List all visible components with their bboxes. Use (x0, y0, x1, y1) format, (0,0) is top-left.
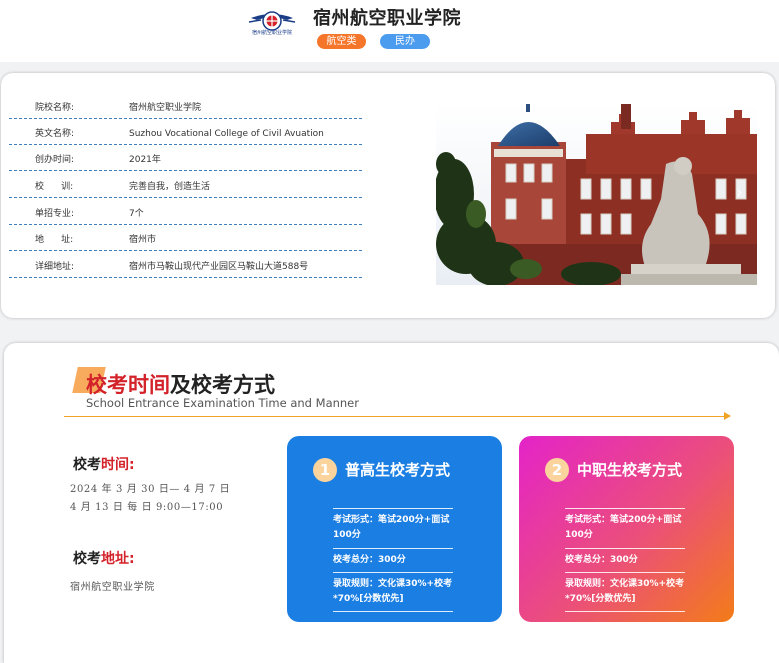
info-label: 英文名称: (35, 129, 75, 139)
info-value: 7个 (129, 209, 144, 219)
campus-photo[interactable]: › (436, 104, 757, 285)
exam-time-line: 4 月 13 日 每 日 9:00—17:00 (70, 502, 224, 513)
tag-type: 民办 (380, 34, 430, 49)
info-label: 地 址: (35, 235, 74, 245)
info-row-majors: 单招专业: 7个 (9, 199, 362, 225)
info-value: Suzhou Vocational College of Civil Avuat… (129, 129, 324, 139)
number-badge: 2 (545, 458, 569, 482)
info-row-address: 详细地址: 宿州市马鞍山现代产业园区马鞍山大道588号 (9, 252, 362, 278)
section-subtitle: School Entrance Examination Time and Man… (86, 396, 359, 410)
info-value: 完善自我，创造生活 (129, 182, 211, 192)
heading-part-red: 时间: (101, 457, 135, 473)
info-value: 宿州市 (129, 235, 157, 245)
chevron-right-icon[interactable]: › (736, 182, 743, 203)
info-label: 详细地址: (35, 262, 75, 272)
info-row-english-name: 英文名称: Suzhou Vocational College of Civil… (9, 119, 362, 145)
method-card-vocational: 2 中职生校考方式 考试形式：笔试200分+面试100分 校考总分：300分 录… (519, 436, 734, 622)
method-item: 校考总分：300分 (565, 548, 685, 568)
school-name: 宿州航空职业学院 (313, 8, 461, 29)
item-divider (565, 611, 685, 612)
tag-category: 航空类 (317, 34, 366, 49)
exam-time-line: 2024 年 3 月 30 日— 4 月 7 日 (70, 484, 231, 495)
info-row-name: 院校名称: 宿州航空职业学院 (9, 93, 362, 119)
exam-place-text: 宿州航空职业学院 (70, 582, 155, 593)
info-label: 校 训: (35, 182, 74, 192)
info-value: 2021年 (129, 155, 161, 165)
number-badge: 1 (313, 458, 337, 482)
exam-place-heading: 校考地址: (73, 548, 135, 568)
school-info-card: 院校名称: 宿州航空职业学院 英文名称: Suzhou Vocational C… (1, 73, 775, 318)
exam-time-heading: 校考时间: (73, 454, 135, 474)
exam-info-card: 校考时间及校考方式 School Entrance Examination Ti… (4, 343, 779, 663)
arrow-right-icon (724, 412, 731, 420)
info-label: 单招专业: (35, 209, 75, 219)
method-card-general: 1 普高生校考方式 考试形式：笔试200分+面试100分 校考总分：300分 录… (287, 436, 502, 622)
section-title-rest: 及校考方式 (170, 373, 275, 397)
info-row-location: 地 址: 宿州市 (9, 225, 362, 251)
method-title: 中职生校考方式 (577, 461, 683, 479)
section-divider (64, 416, 726, 417)
info-value: 宿州航空职业学院 (129, 103, 202, 113)
info-row-motto: 校 训: 完善自我，创造生活 (9, 172, 362, 198)
info-label: 院校名称: (35, 103, 75, 113)
method-item: 录取规则：文化课30%+校考*70%[分数优先] (333, 572, 453, 607)
heading-part: 校考 (73, 551, 101, 567)
heading-part-red: 地址: (101, 551, 135, 567)
heading-part: 校考 (73, 457, 101, 473)
method-item: 录取规则：文化课30%+校考*70%[分数优先] (565, 572, 685, 607)
section-title: 校考时间及校考方式 (86, 369, 275, 399)
method-item: 考试形式：笔试200分+面试100分 (565, 508, 685, 543)
section-title-highlight: 校考时间 (86, 373, 170, 397)
college-logo (248, 11, 296, 31)
info-label: 创办时间: (35, 155, 75, 165)
info-value: 宿州市马鞍山现代产业园区马鞍山大道588号 (129, 262, 309, 272)
method-item: 考试形式：笔试200分+面试100分 (333, 508, 453, 543)
method-title: 普高生校考方式 (345, 461, 451, 479)
page-header: 宿州航空职业学院 宿州航空职业学院 航空类 民办 (0, 0, 779, 62)
method-item: 校考总分：300分 (333, 548, 453, 568)
item-divider (333, 611, 453, 612)
logo-caption: 宿州航空职业学院 (251, 30, 292, 36)
info-row-founded: 创办时间: 2021年 (9, 145, 362, 171)
